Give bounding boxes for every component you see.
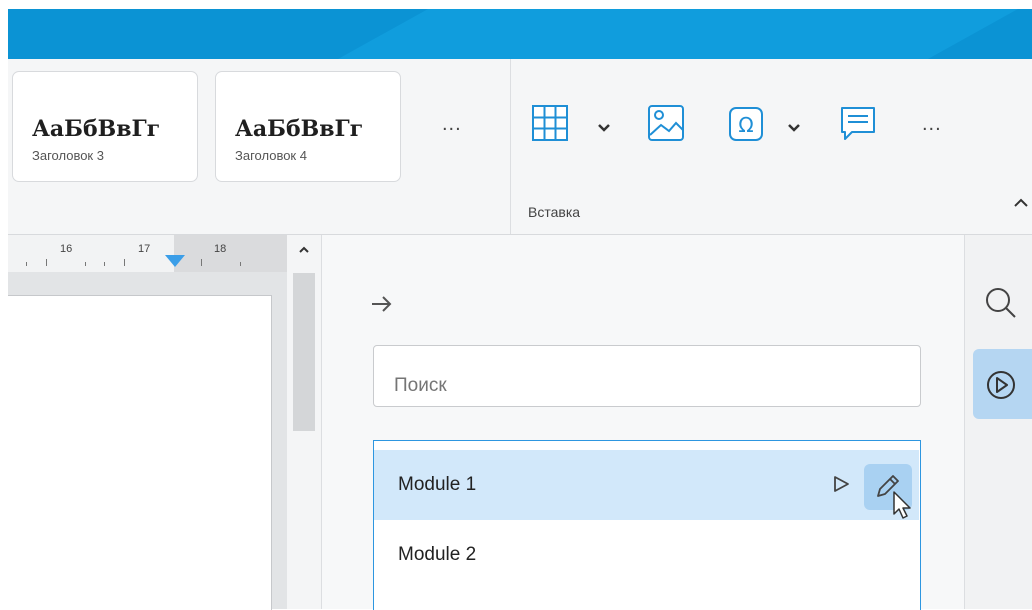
style-name: Заголовок 4 — [235, 148, 307, 163]
document-page[interactable] — [8, 295, 272, 610]
horizontal-ruler: 16 17 18 — [8, 235, 315, 272]
chevron-down-icon[interactable] — [597, 123, 611, 133]
macros-panel: Module 1 Module 2 — [322, 235, 964, 610]
list-item[interactable]: Module 2 — [374, 520, 919, 590]
styles-more-button[interactable]: ... — [442, 113, 462, 136]
style-sample: АаБбВвГг — [32, 116, 161, 142]
title-bar — [8, 9, 1032, 59]
image-icon[interactable] — [646, 103, 686, 143]
side-toolbar — [964, 235, 1032, 609]
ruler-number: 18 — [214, 243, 227, 255]
insert-more-button[interactable]: ... — [922, 113, 942, 136]
ribbon-toolbar: АаБбВвГг Заголовок 3 АаБбВвГг Заголовок … — [8, 59, 1032, 235]
scrollbar-thumb[interactable] — [293, 273, 315, 431]
search-icon[interactable] — [983, 285, 1019, 321]
scroll-up-icon[interactable] — [298, 245, 310, 253]
style-heading-3[interactable]: АаБбВвГг Заголовок 3 — [12, 71, 198, 182]
insert-group-label: Вставка — [528, 204, 581, 220]
ruler-tick — [26, 262, 27, 266]
right-indent-marker[interactable] — [165, 255, 185, 267]
title-bar-shape — [428, 9, 928, 59]
ribbon-divider — [510, 59, 511, 234]
hide-panel-arrow-icon[interactable] — [370, 295, 394, 313]
ruler-tick — [124, 259, 125, 266]
macro-name: Module 2 — [398, 544, 477, 565]
style-name: Заголовок 3 — [32, 148, 104, 163]
ruler-tick — [104, 262, 105, 266]
ruler-tick — [240, 262, 241, 266]
vertical-scrollbar[interactable] — [287, 235, 321, 609]
svg-text:Ω: Ω — [738, 113, 753, 137]
ruler-tick — [201, 259, 202, 266]
special-character-icon[interactable]: Ω — [728, 106, 764, 142]
chevron-down-icon[interactable] — [787, 123, 801, 133]
play-circle-icon — [987, 371, 1015, 399]
macro-name: Module 1 — [398, 474, 477, 495]
ruler-number: 17 — [138, 243, 151, 255]
ruler-tick — [46, 259, 47, 266]
ruler-tick — [85, 262, 86, 266]
play-icon[interactable] — [826, 469, 856, 499]
ruler-margin — [174, 235, 289, 272]
title-bar-shape — [338, 9, 428, 59]
macro-list: Module 1 Module 2 — [373, 440, 921, 610]
list-item[interactable]: Module 1 — [374, 450, 919, 520]
ruler-number: 16 — [60, 243, 73, 255]
mouse-cursor-icon — [893, 491, 911, 519]
macros-panel-button[interactable] — [973, 349, 1032, 419]
title-bar-shape — [928, 9, 1018, 59]
style-sample: АаБбВвГг — [235, 116, 364, 142]
comment-icon[interactable] — [838, 104, 878, 144]
collapse-ribbon-icon[interactable] — [1012, 197, 1030, 209]
style-heading-4[interactable]: АаБбВвГг Заголовок 4 — [215, 71, 401, 182]
search-input[interactable] — [373, 345, 921, 407]
table-icon[interactable] — [530, 103, 570, 143]
